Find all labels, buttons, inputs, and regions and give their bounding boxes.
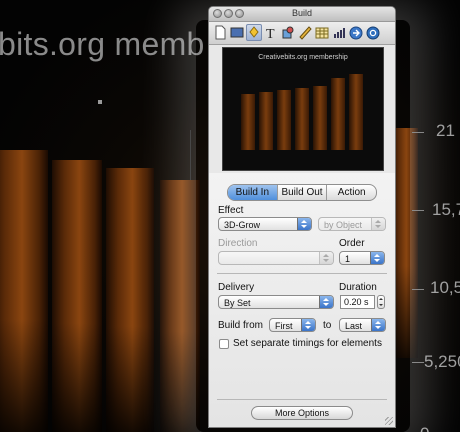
tab-build-out[interactable]: Build Out <box>278 185 328 200</box>
separator <box>217 273 387 274</box>
effect-value: 3D-Grow <box>224 220 261 230</box>
inspector-toolbar: T <box>209 22 395 45</box>
separate-timings-checkbox[interactable] <box>219 339 229 349</box>
document-icon <box>215 25 226 40</box>
window-title: Build <box>291 8 312 18</box>
preview-bar <box>241 94 255 150</box>
title-bar[interactable]: Build <box>209 7 395 22</box>
slide-icon <box>230 27 244 38</box>
axis-label: 5,250 <box>424 352 460 371</box>
text-inspector-button[interactable]: T <box>263 24 279 42</box>
svg-text:T: T <box>266 27 275 41</box>
build-tab-control: Build In Build Out Action <box>227 184 377 201</box>
more-options-button[interactable]: More Options <box>251 406 353 420</box>
table-inspector-button[interactable] <box>314 24 330 41</box>
popup-arrow-icon <box>319 296 333 308</box>
axis-tick <box>412 210 424 211</box>
quicktime-icon <box>366 26 380 40</box>
build-to-popup[interactable]: Last <box>339 318 386 332</box>
effect-label: Effect <box>218 205 244 216</box>
popup-arrow-icon <box>371 319 385 331</box>
order-label: Order <box>339 238 365 249</box>
separate-timings-label[interactable]: Set separate timings for elements <box>233 338 382 349</box>
preview-bar <box>331 78 345 150</box>
preview-bar <box>295 88 309 150</box>
build-from-label: Build from <box>218 320 264 331</box>
axis-label: 15,7 <box>432 200 460 219</box>
build-inspector-window: Build T Creativebits.org membership Buil… <box>208 6 396 428</box>
chart-inspector-button[interactable] <box>331 24 347 41</box>
axis-tick <box>412 289 424 290</box>
popup-arrow-icon <box>297 218 311 230</box>
preview-bar <box>313 86 327 150</box>
duration-label: Duration <box>339 282 377 293</box>
build-from-value: First <box>275 321 293 331</box>
popup-arrow-icon <box>371 218 385 230</box>
resize-grip-icon[interactable] <box>385 417 393 425</box>
build-preview: Creativebits.org membership <box>222 47 384 171</box>
chart-bar <box>160 180 200 432</box>
metrics-inspector-button[interactable] <box>297 24 313 41</box>
chart-bar <box>0 150 48 432</box>
build-inspector-button[interactable] <box>246 24 262 41</box>
build-icon <box>249 26 259 38</box>
to-label: to <box>323 320 332 331</box>
direction-popup[interactable] <box>218 251 334 265</box>
effect-popup[interactable]: 3D-Grow <box>218 217 312 231</box>
popup-arrow-icon <box>370 252 384 264</box>
build-from-popup[interactable]: First <box>269 318 316 332</box>
build-pane: Build In Build Out Action Effect 3D-Grow… <box>209 173 395 427</box>
order-value: 1 <box>345 254 351 264</box>
chart-bar <box>52 160 102 432</box>
preview-bar <box>277 90 291 150</box>
direction-label: Direction <box>218 238 258 249</box>
delivery-popup[interactable]: By Set <box>218 295 334 309</box>
chart-icon <box>334 28 345 38</box>
axis-tick <box>412 362 424 363</box>
build-to-value: Last <box>345 321 363 331</box>
preview-bar <box>349 74 363 150</box>
popup-arrow-icon <box>319 252 333 264</box>
duration-stepper[interactable] <box>377 295 385 309</box>
graphic-icon <box>282 26 294 39</box>
preview-title: Creativebits.org membership <box>258 54 348 61</box>
chart-bar <box>106 168 154 432</box>
graphic-inspector-button[interactable] <box>280 24 296 41</box>
duration-field[interactable]: 0.20 s <box>340 295 375 309</box>
quicktime-inspector-button[interactable] <box>365 24 381 41</box>
delivery-label: Delivery <box>218 282 255 293</box>
document-inspector-button[interactable] <box>212 24 228 41</box>
axis-label: 10,5 <box>430 278 460 297</box>
tab-action[interactable]: Action <box>327 185 376 200</box>
tab-build-in[interactable]: Build In <box>228 185 278 200</box>
hyperlink-icon <box>349 26 363 40</box>
separator <box>217 399 387 400</box>
preview-bar <box>259 92 273 150</box>
by-object-value: by Object <box>324 220 363 230</box>
by-object-popup[interactable]: by Object <box>318 217 386 231</box>
table-icon <box>315 27 329 39</box>
slide-inspector-button[interactable] <box>229 24 245 41</box>
hyperlink-inspector-button[interactable] <box>348 24 364 41</box>
slide-title: bits.org memb <box>0 26 205 62</box>
text-icon: T <box>266 27 275 42</box>
axis-tick <box>412 132 424 133</box>
order-popup[interactable]: 1 <box>339 251 385 265</box>
popup-arrow-icon <box>301 319 315 331</box>
slide-marker <box>98 100 102 104</box>
delivery-value: By Set <box>224 298 251 308</box>
metrics-icon <box>299 26 312 40</box>
axis-label: 0 <box>420 424 429 432</box>
axis-label: 21 <box>436 121 455 140</box>
